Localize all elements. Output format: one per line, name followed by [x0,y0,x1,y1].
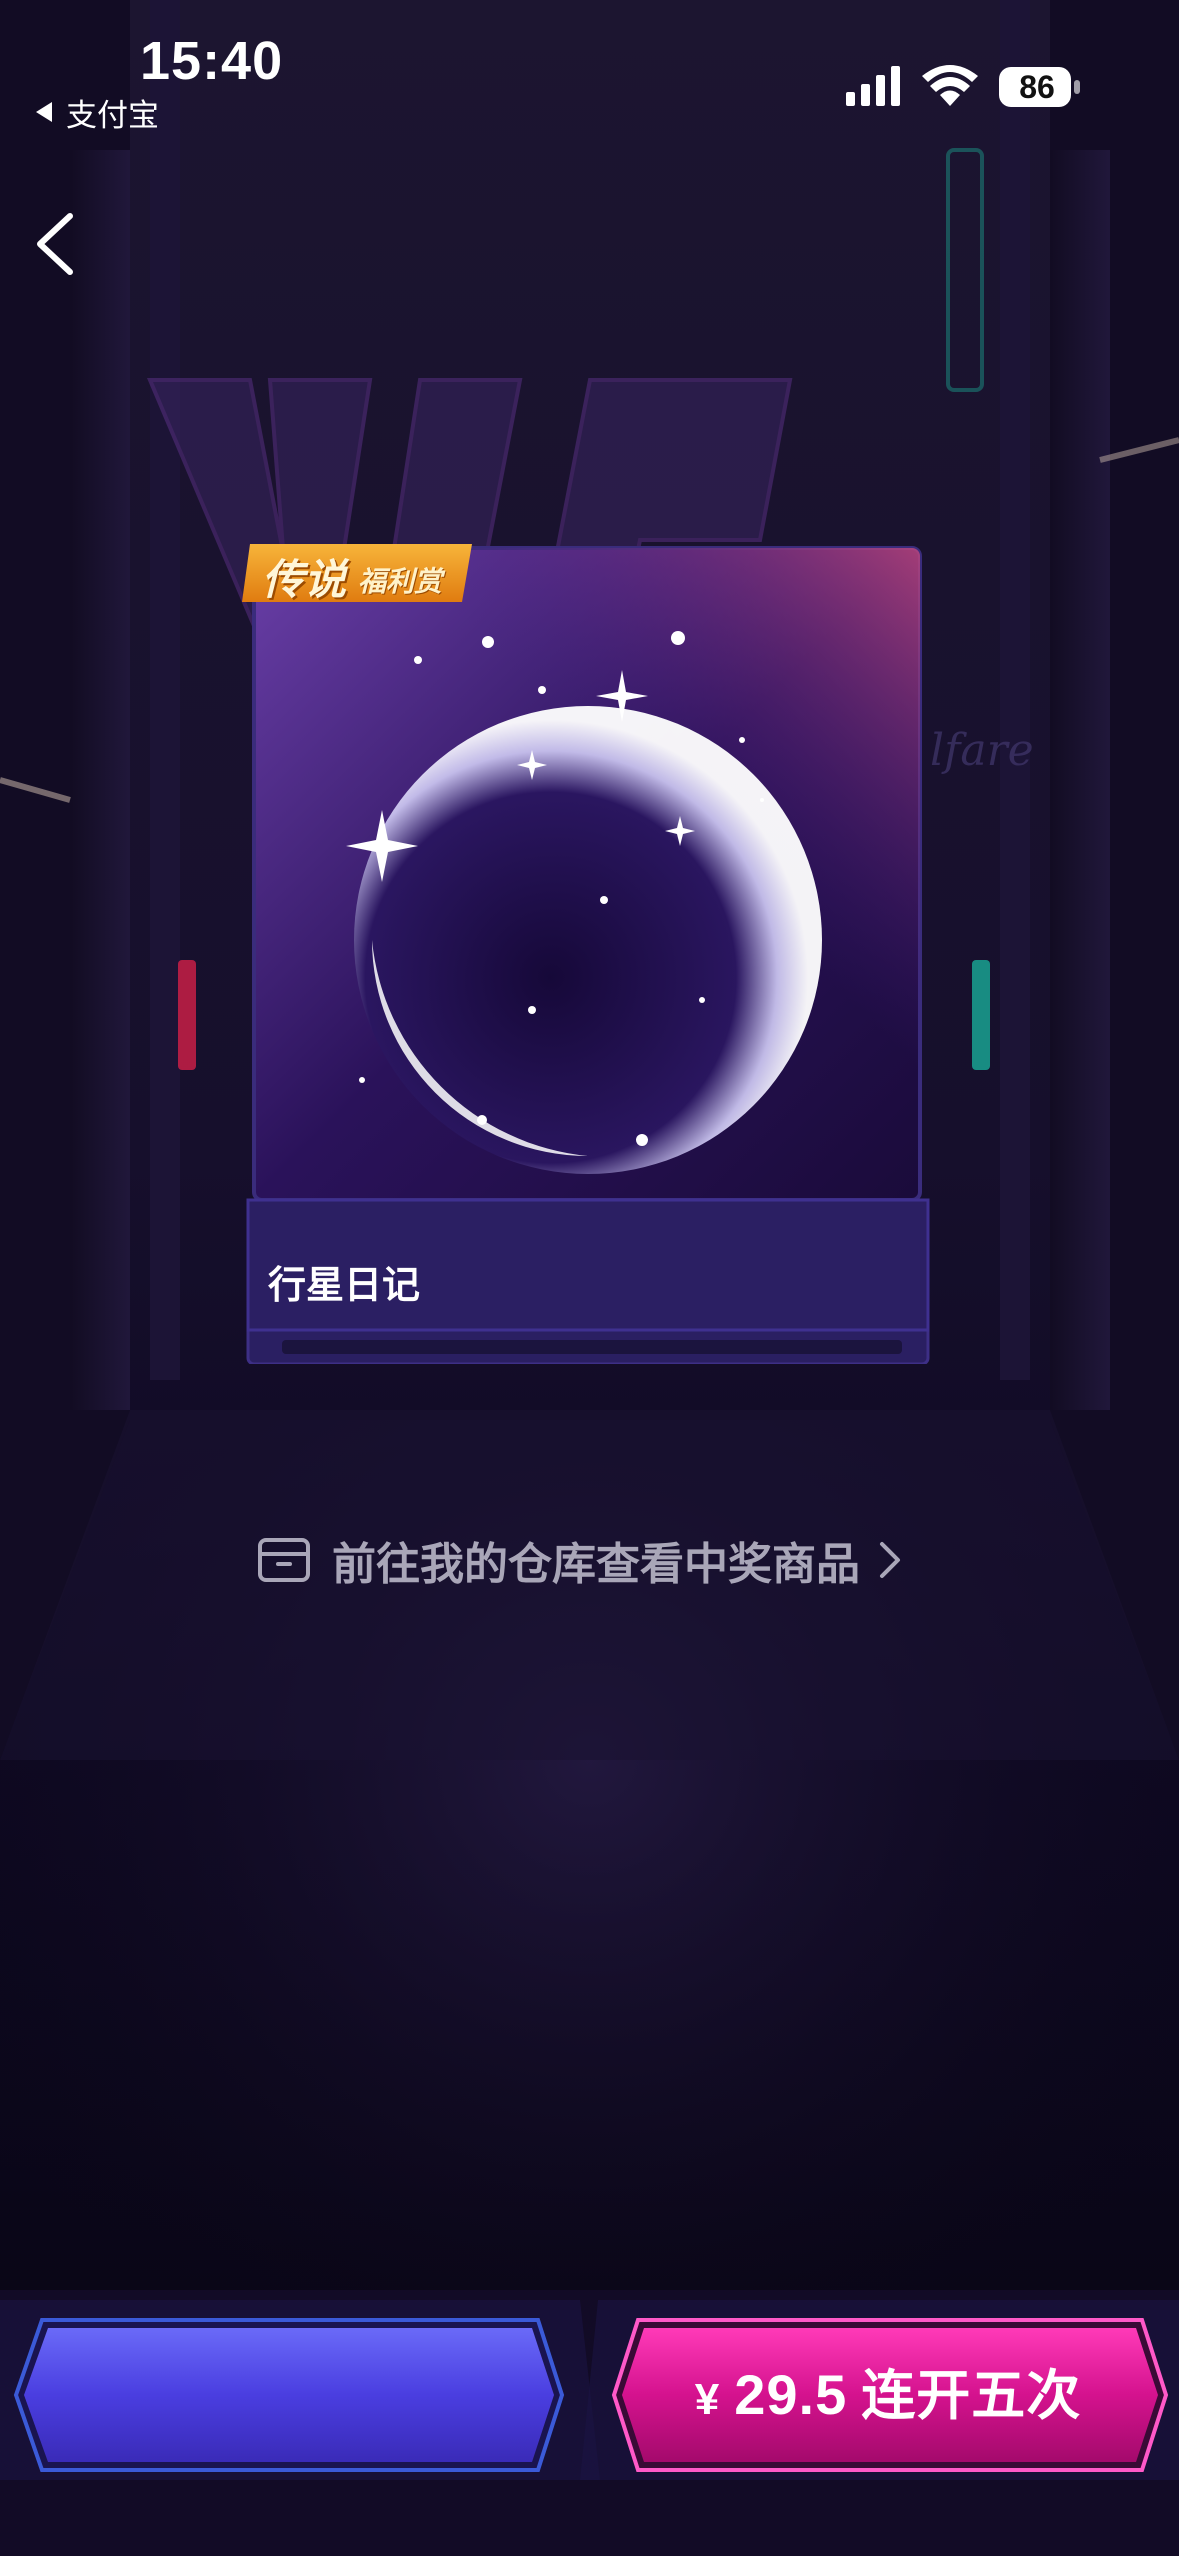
right-button-label: ¥29.5 连开五次 [598,2300,1178,2490]
badge-sub-label: 福利赏 [358,566,443,597]
currency-symbol: ¥ [694,2375,721,2424]
prize-name: 行星日记 [268,1265,421,1307]
warehouse-link-label: 前往我的仓库查看中奖商品 [332,1540,860,1589]
back-triangle-icon [36,102,52,122]
warehouse-link[interactable]: 前往我的仓库查看中奖商品 [256,1530,904,1590]
wifi-icon [922,65,978,106]
price-value: 29.5 [734,2363,848,2426]
chevron-right-icon [880,1542,900,1578]
card-frame [246,546,930,1364]
battery-level: 86 [1019,69,1055,105]
badge-main-label: 传说 [262,556,347,603]
left-button-label [2,2300,582,2490]
status-time: 15:40 [140,31,284,91]
left-action-button[interactable] [2,2300,582,2490]
back-arrow-icon[interactable] [26,206,86,282]
open-five-button[interactable]: ¥29.5 连开五次 [598,2300,1178,2490]
back-app-label: 支付宝 [66,97,159,133]
back-to-app[interactable]: 支付宝 [36,92,159,133]
open-five-label: 连开五次 [861,2366,1082,2426]
svg-text:lfare: lfare [930,725,1034,776]
signal-icon [846,66,900,106]
prize-card: 传说 福利赏 行星日记 [242,540,934,1364]
box-icon [258,1538,310,1582]
